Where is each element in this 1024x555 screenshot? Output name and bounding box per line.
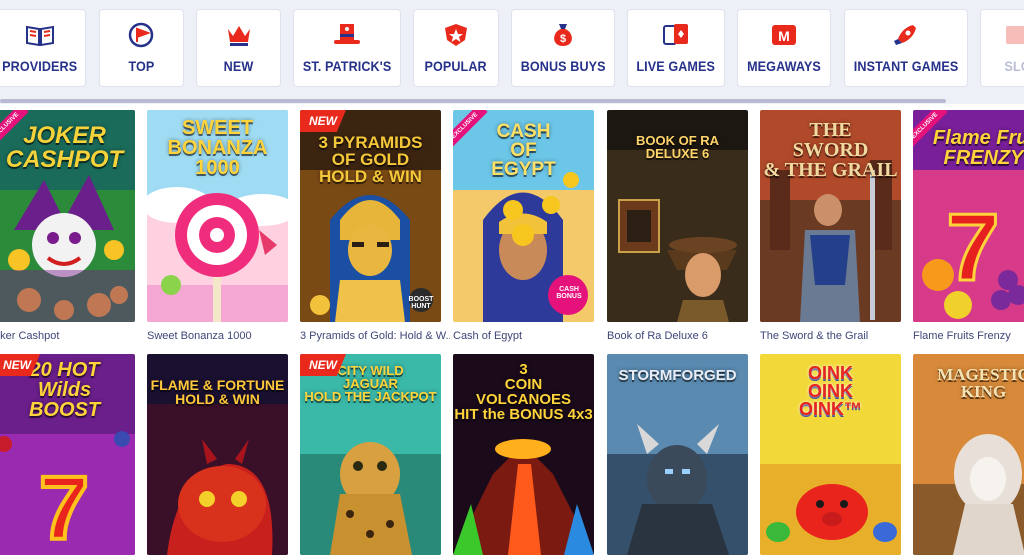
category-instant-games[interactable]: INSTANT GAMES bbox=[844, 9, 968, 87]
game-art-title: SWEET BONANZA 1000 bbox=[167, 117, 268, 179]
game-art-title: STORMFORGED bbox=[618, 367, 737, 384]
game-thumbnail: MAGESTIC KING bbox=[913, 354, 1024, 555]
game-art-title: 3 PYRAMIDS OF GOLD HOLD & WIN bbox=[318, 133, 423, 186]
category-popular[interactable]: POPULAR bbox=[413, 9, 499, 87]
svg-text:7: 7 bbox=[39, 459, 89, 555]
book-icon bbox=[25, 22, 55, 48]
game-name: Book of Ra Deluxe 6 bbox=[607, 330, 708, 342]
game-tile[interactable]: CITY WILD JAGUAR HOLD THE JACKPOT NEW bbox=[300, 354, 441, 555]
boost-hunt-badge: BOOST HUNT bbox=[408, 296, 434, 310]
category-label: INSTANT GAMES bbox=[853, 58, 959, 74]
category-label: MEGAWAYS bbox=[747, 58, 821, 74]
money-bag-icon: $ bbox=[548, 22, 578, 48]
category-label: TOP bbox=[128, 58, 155, 74]
game-tile[interactable]: 7 20 HOT Wilds BOOST NEW bbox=[0, 354, 135, 555]
svg-text:7: 7 bbox=[946, 194, 999, 301]
game-thumbnail: JOKER CASHPOT EXCLUSIVE bbox=[0, 110, 135, 322]
category-new[interactable]: NEW bbox=[196, 9, 281, 87]
game-art-title: Flame Frui FRENZY bbox=[932, 127, 1024, 169]
category-slots[interactable]: SLO bbox=[980, 9, 1024, 87]
category-live-games[interactable]: LIVE GAMES bbox=[627, 9, 725, 87]
game-thumbnail: CITY WILD JAGUAR HOLD THE JACKPOT NEW bbox=[300, 354, 441, 555]
star-shield-icon bbox=[441, 22, 471, 48]
megaways-icon: M bbox=[769, 22, 799, 48]
game-art-title: OINK OINK OINK™ bbox=[799, 363, 862, 419]
game-tile[interactable]: FLAME & FORTUNE HOLD & WIN bbox=[147, 354, 288, 555]
game-art-title: 3 COIN VOLCANOES HIT the BONUS 4x3 bbox=[454, 361, 593, 423]
game-tile[interactable]: THE SWORD & THE GRAIL The Sword & the Gr… bbox=[760, 110, 901, 342]
category-label: PROVIDERS bbox=[2, 58, 78, 74]
game-tile[interactable]: 7 Flame Frui FRENZY EXCLUSIVE Flame Frui… bbox=[913, 110, 1024, 342]
game-thumbnail: FLAME & FORTUNE HOLD & WIN bbox=[147, 354, 288, 555]
game-tile[interactable]: STORMFORGED bbox=[607, 354, 748, 555]
category-label: POPULAR bbox=[424, 58, 488, 74]
flag-icon bbox=[127, 22, 157, 48]
game-art-title: CASH OF EGYPT bbox=[491, 121, 556, 180]
game-thumbnail: STORMFORGED bbox=[607, 354, 748, 555]
game-thumbnail: CASH OF EGYPT EXCLUSIVE CASH BONUS bbox=[453, 110, 594, 322]
crown-icon bbox=[224, 22, 254, 48]
game-art-title: BOOK OF RA DELUXE 6 bbox=[635, 133, 720, 161]
category-bonus-buys[interactable]: $ BONUS BUYS bbox=[511, 9, 615, 87]
game-name: The Sword & the Grail bbox=[760, 330, 869, 342]
category-scrollbar[interactable] bbox=[0, 99, 946, 103]
category-st-patricks[interactable]: ST. PATRICK'S bbox=[293, 9, 401, 87]
category-label: SLO bbox=[1004, 58, 1024, 74]
game-grid: JOKER CASHPOT EXCLUSIVE oker Cashpot SWE… bbox=[0, 104, 1024, 555]
game-tile[interactable]: JOKER CASHPOT EXCLUSIVE oker Cashpot bbox=[0, 110, 135, 342]
svg-text:M: M bbox=[778, 28, 790, 44]
playing-cards-icon bbox=[661, 22, 691, 48]
game-name: Cash of Egypt bbox=[453, 330, 523, 342]
game-thumbnail: THE SWORD & THE GRAIL bbox=[760, 110, 901, 322]
game-tile[interactable]: OINK OINK OINK™ bbox=[760, 354, 901, 555]
game-name: Flame Fruits Frenzy bbox=[913, 330, 1011, 342]
svg-text:$: $ bbox=[560, 33, 566, 45]
game-tile[interactable]: SWEET BONANZA 1000 Sweet Bonanza 1000 bbox=[147, 110, 288, 342]
game-art-title: THE SWORD & THE GRAIL bbox=[763, 119, 898, 181]
game-thumbnail: OINK OINK OINK™ bbox=[760, 354, 901, 555]
game-tile[interactable]: CASH OF EGYPT EXCLUSIVE CASH BONUS Cash … bbox=[453, 110, 594, 342]
game-thumbnail: SWEET BONANZA 1000 bbox=[147, 110, 288, 322]
category-label: BONUS BUYS bbox=[520, 58, 606, 74]
game-art-title: JOKER CASHPOT bbox=[5, 122, 124, 173]
category-top[interactable]: TOP bbox=[99, 9, 184, 87]
slots-icon bbox=[1003, 22, 1024, 48]
category-bar: PROVIDERS TOP NEW ST. PATRICK'S POPULAR … bbox=[0, 0, 1024, 103]
game-name: 3 Pyramids of Gold: Hold & W... bbox=[300, 330, 450, 342]
category-providers[interactable]: PROVIDERS bbox=[0, 9, 86, 87]
game-thumbnail: 7 20 HOT Wilds BOOST NEW bbox=[0, 354, 135, 555]
game-art-title: FLAME & FORTUNE HOLD & WIN bbox=[150, 377, 285, 407]
category-label: ST. PATRICK'S bbox=[302, 58, 392, 74]
category-megaways[interactable]: M MEGAWAYS bbox=[737, 9, 831, 87]
game-name: oker Cashpot bbox=[0, 330, 60, 342]
game-tile[interactable]: 3 COIN VOLCANOES HIT the BONUS 4x3 bbox=[453, 354, 594, 555]
game-thumbnail: 3 PYRAMIDS OF GOLD HOLD & WIN NEW BOOST … bbox=[300, 110, 441, 322]
game-art-title: MAGESTIC KING bbox=[937, 365, 1024, 401]
game-thumbnail: BOOK OF RA DELUXE 6 bbox=[607, 110, 748, 322]
game-thumbnail: 3 COIN VOLCANOES HIT the BONUS 4x3 bbox=[453, 354, 594, 555]
game-tile[interactable]: 3 PYRAMIDS OF GOLD HOLD & WIN NEW BOOST … bbox=[300, 110, 450, 342]
leprechaun-hat-icon bbox=[332, 22, 362, 48]
category-label: LIVE GAMES bbox=[636, 58, 716, 74]
rocket-icon bbox=[891, 22, 921, 48]
game-thumbnail: 7 Flame Frui FRENZY EXCLUSIVE bbox=[913, 110, 1024, 322]
game-tile[interactable]: MAGESTIC KING bbox=[913, 354, 1024, 555]
game-tile[interactable]: BOOK OF RA DELUXE 6 Book of Ra Deluxe 6 bbox=[607, 110, 748, 342]
game-name: Sweet Bonanza 1000 bbox=[147, 330, 252, 342]
category-label: NEW bbox=[223, 58, 254, 74]
cash-bonus-badge: CASH BONUS bbox=[556, 286, 582, 300]
